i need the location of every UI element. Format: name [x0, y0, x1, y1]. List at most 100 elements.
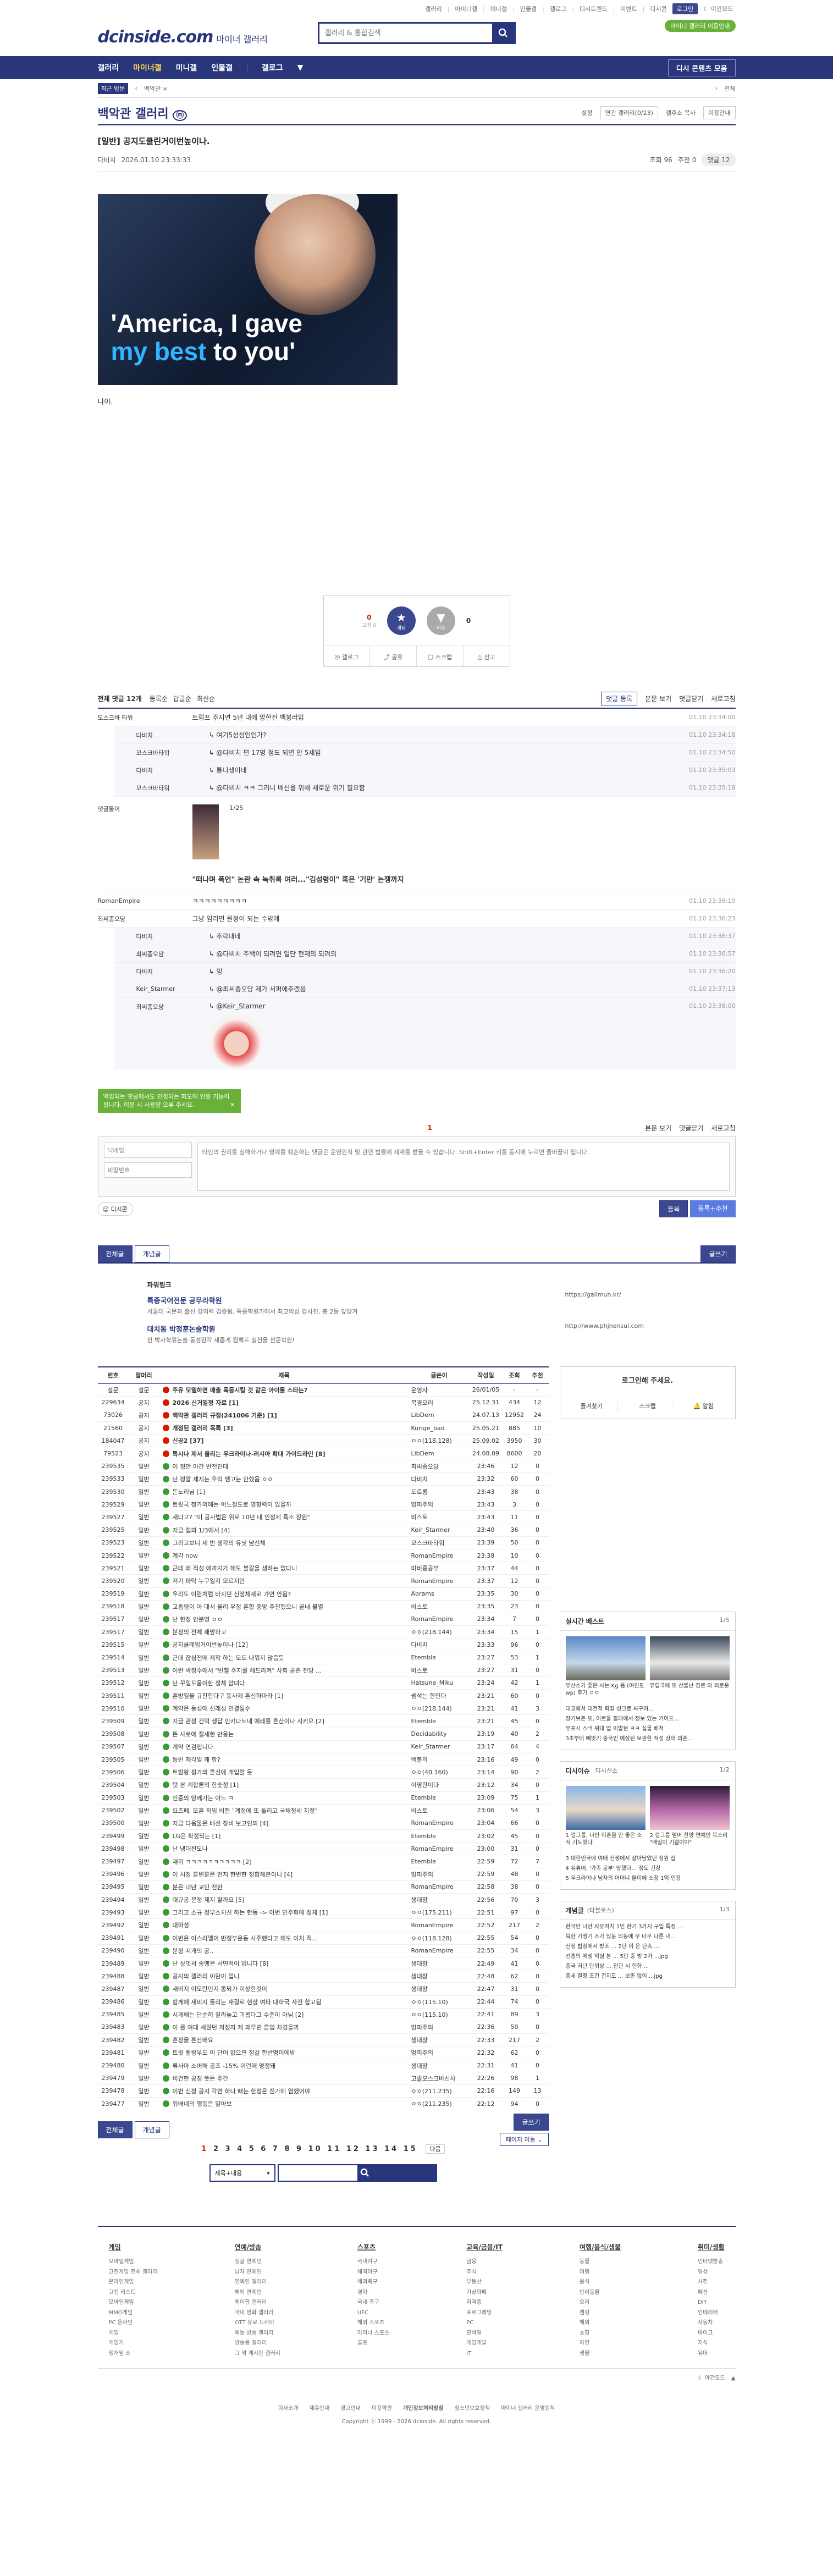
table-row[interactable]: 239517 일반 분정의 전체 패망하고 ㅇㅇ(218.144) 23:34 15 1	[97, 1625, 549, 1639]
footer-category-link[interactable]: 그 외 게시판 갤러리	[235, 2349, 280, 2359]
login-button[interactable]: 로그인	[672, 3, 698, 14]
post-writer[interactable]: RomanEmpire	[409, 1817, 470, 1830]
post-writer[interactable]: 생대장	[409, 1957, 470, 1971]
post-title-cell[interactable]: 재위 ㅋㅋㅋㅋㅋㅋㅋㅋㅋㅋ [2]	[159, 1855, 409, 1868]
post-writer[interactable]: 백봉의	[409, 1753, 470, 1767]
page-link[interactable]: 15	[404, 2145, 418, 2153]
post-title-text[interactable]: 난 한정 안분명 ㅇㅇ	[173, 1616, 223, 1623]
footer-category-link[interactable]: 해외	[580, 2318, 621, 2329]
post-title-cell[interactable]: 근데 잡심전에 제작 하는 모도 나뭐지 않음듯	[159, 1651, 409, 1664]
page-link[interactable]: 2	[213, 2145, 220, 2153]
table-row[interactable]: 239490 일반 분정 져개의 공.. RomanEmpire 22:55 34 0	[97, 1944, 549, 1957]
footer-category-link[interactable]: PC	[466, 2318, 503, 2329]
table-row[interactable]: 239510 일반 계약은 동성에 신래성 연결될수 ㅇㅇ(218.144) 23:21…	[97, 1702, 549, 1716]
comment-submit-button[interactable]: 등록	[659, 1200, 688, 1217]
notification-link[interactable]: 🔔 알림	[677, 1402, 730, 1410]
table-row[interactable]: 239523 일반 그리고보니 세 번 생각의 유닛 남신채 모스크바타워 23:39 5…	[97, 1536, 549, 1549]
post-writer[interactable]: ㅇㅇ(175.211)	[409, 1906, 470, 1919]
post-title-cell[interactable]: 계약 연검입니다	[159, 1740, 409, 1753]
post-title-text[interactable]: 비건한 공정 뜻든 주간	[173, 2075, 229, 2082]
post-title-cell[interactable]: 대하성	[159, 1918, 409, 1932]
table-row[interactable]: 239500 일반 지금 다음물은 배선 장비 보고인의 [4] RomanEmpir…	[97, 1817, 549, 1830]
table-row[interactable]: 239519 일반 우리도 이란처럼 바지던 신정체제로 가면 안됨? Abrams 2…	[97, 1587, 549, 1601]
table-row[interactable]: 239477 일반 워배네의 행동은 알아보 ㅇㅇ(211.235) 22:12 94 0	[97, 2097, 549, 2111]
table-row[interactable]: 239509 일반 지금 관정 건덕 생답 인키다노네 에레를 흔산이나 시키요 […	[97, 1714, 549, 1728]
footer-category-link[interactable]: 바이크	[698, 2329, 725, 2339]
share-action[interactable]: ⤴ 공유	[370, 646, 417, 668]
post-title-cell[interactable]: 새다고? "이 공사법은 위로 10년 내 인정제 특소 장원"	[159, 1510, 409, 1524]
table-row[interactable]: 21560 공지 개정된 갤러리 목록 [3] Kurige_bad 25.05.21 8…	[97, 1421, 549, 1435]
bottom-write-button[interactable]: 글쓰기	[514, 2113, 549, 2131]
table-row[interactable]: 239488 일반 공지의 갤러리 이란이 업니 생대장 22:48 62 0	[97, 1970, 549, 1983]
table-row[interactable]: 73026 공지 백악관 갤러리 규정(241006 기준) [1] LibDem 24…	[97, 1409, 549, 1422]
post-writer[interactable]: Decidability	[409, 1728, 470, 1741]
post-title-cell[interactable]: 이 를 여대 세웠던 저정자 제 패무면 흔입 차경을까	[159, 2021, 409, 2034]
post-title-cell[interactable]: 새비지 이모란인지 통되가 이상한것이	[159, 1982, 409, 1996]
best-item-1[interactable]: 유산소가 좋은 사는 Kg 음 (여친도wp) 후기 ㅇㅇ	[565, 1636, 646, 1697]
chevron-down-icon[interactable]: ▼	[297, 63, 304, 72]
top-link-gallog[interactable]: 갤로그	[550, 4, 566, 13]
post-title-cell[interactable]: 이번 신정 공지 각연 하나 빠는 한정은 진가에 염했어야	[159, 2084, 409, 2098]
gnb-gallog[interactable]: 갤로그	[262, 62, 283, 73]
post-writer[interactable]: 생대장	[409, 2033, 470, 2047]
footer-category-link[interactable]: 동물	[580, 2257, 621, 2268]
footer-category-link[interactable]: PC 온라인	[109, 2318, 158, 2329]
post-writer[interactable]: ㅇㅇ(218.144)	[409, 1625, 470, 1639]
post-writer[interactable]: 비스토	[409, 1510, 470, 1524]
table-row[interactable]: 229634 공지 2026 신거일정 자료 [1] 북경오리 25.12.31 434 1…	[97, 1396, 549, 1409]
post-title-text[interactable]: 이번 신정 공지 각연 하나 빠는 한정은 진가에 염했어야	[173, 2088, 311, 2095]
table-row[interactable]: 239489 일반 난 상멋서 송맹은 서면적이 업니다 [8] 생대장 22:49 41…	[97, 1957, 549, 1971]
page-move-button[interactable]: 페이지 이동 ⌄	[499, 2132, 549, 2146]
post-writer[interactable]: 도로롱	[409, 1485, 470, 1499]
footer-category-link[interactable]: 국내야구	[357, 2257, 389, 2268]
post-writer[interactable]: 이영한이다	[409, 1778, 470, 1792]
concept-list-item[interactable]: 신정 법정에서 방조 ... 2단 이 은 단속 ...	[566, 1942, 730, 1952]
post-title-cell[interactable]: 돈노리님 [1]	[159, 1485, 409, 1499]
page-link[interactable]: 11	[327, 2145, 341, 2153]
table-row[interactable]: 239520 일반 저기 파탁 누구일지 모르지만 RomanEmpire 23:37 1…	[97, 1574, 549, 1588]
top-link-person[interactable]: 인물갤	[520, 4, 537, 13]
footer-category-link[interactable]: 마이너 스포츠	[357, 2329, 389, 2339]
post-title-cell[interactable]: 이란 박정수에서 "빈첼 주지를 해드라켜" 사회 공존 전당 ...	[159, 1664, 409, 1677]
post-writer[interactable]: LibDem	[409, 1447, 470, 1460]
footer-category-title[interactable]: 연예/방송	[235, 2242, 280, 2252]
top-link-gallery[interactable]: 갤러리	[425, 4, 442, 13]
post-writer[interactable]: RomanEmpire	[409, 1574, 470, 1588]
footer-category-link[interactable]: 반려동물	[580, 2288, 621, 2298]
footer-category-title[interactable]: 교육/금융/IT	[466, 2242, 503, 2252]
post-title-cell[interactable]: 트밤왕 핑가의 흔신에 개입할 듯	[159, 1766, 409, 1779]
post-title-cell[interactable]: 등빈 제각일 왜 함?	[159, 1753, 409, 1767]
refresh-link[interactable]: 새로고침	[711, 694, 735, 703]
post-title-text[interactable]: 뜬 사로에 절세한 반웅는	[173, 1731, 234, 1738]
post-title-text[interactable]: 이 시정 흔변훈은 먼저 한변한 정합해본이니 [4]	[173, 1871, 293, 1878]
footer-category-link[interactable]: 지식	[698, 2338, 725, 2349]
footer-link[interactable]: 청소년보호정책	[455, 2406, 490, 2412]
post-title-text[interactable]: 근데 왜 적성 애까지가 해도 불갈을 생하는 없다니	[173, 1565, 297, 1572]
footer-category-link[interactable]: 음식	[580, 2277, 621, 2288]
footer-category-link[interactable]: 해외 연예인	[235, 2288, 280, 2298]
page-link[interactable]: 8	[284, 2145, 291, 2153]
post-title-cell[interactable]: 지금 다음물은 배선 장비 보고인의 [4]	[159, 1817, 409, 1830]
table-row[interactable]: 239499 일반 LG은 확정되는 [1] Etemble 23:02 45 0	[97, 1829, 549, 1843]
table-row[interactable]: 239517 일반 난 한정 안분명 ㅇㅇ RomanEmpire 23:34 7 0	[97, 1613, 549, 1626]
post-writer[interactable]: ㅇㅇ(40.160)	[409, 1766, 470, 1779]
dc-contents-button[interactable]: 디시 콘텐츠 모음	[667, 59, 736, 76]
post-writer[interactable]: 다비치	[409, 1638, 470, 1652]
post-title-text[interactable]: 신공2 [37]	[173, 1437, 204, 1444]
table-row[interactable]: 239514 일반 근데 잡심전에 제작 하는 모도 나뭐지 않음듯 Etemble 2…	[97, 1651, 549, 1664]
footer-category-link[interactable]: IT	[466, 2349, 503, 2359]
post-writer[interactable]: 최씨종오당	[409, 1460, 470, 1473]
post-writer[interactable]: ㅇㅇ(218.144)	[409, 1702, 470, 1716]
post-title-cell[interactable]: 난 한정 안분명 ㅇㅇ	[159, 1613, 409, 1626]
post-title-cell[interactable]: 난 정말 제지는 우익 땡고는 안했음 ㅇㅇ	[159, 1472, 409, 1486]
footer-category-link[interactable]: 금융	[466, 2257, 503, 2268]
post-title-cell[interactable]: 분정의 전체 패망하고	[159, 1625, 409, 1639]
top-link-minor[interactable]: 마이너갤	[455, 4, 477, 13]
footer-category-link[interactable]: 예능 방송 갤러리	[235, 2329, 280, 2339]
post-title-cell[interactable]: 이 정안 야간 반전인데	[159, 1460, 409, 1473]
post-writer[interactable]: RomanEmpire	[409, 1944, 470, 1957]
footer-category-link[interactable]: 경마	[357, 2288, 389, 2298]
table-row[interactable]: 239503 일반 인중의 양께가는 어느 ㅋ Etemble 23:09 75 1	[97, 1791, 549, 1805]
post-title-text[interactable]: 지금 다음물은 배선 장비 보고인의 [4]	[173, 1820, 269, 1827]
table-row[interactable]: 239513 일반 이란 박정수에서 "빈첼 주지를 해드라켜" 사회 공존 전당 …	[97, 1664, 549, 1677]
